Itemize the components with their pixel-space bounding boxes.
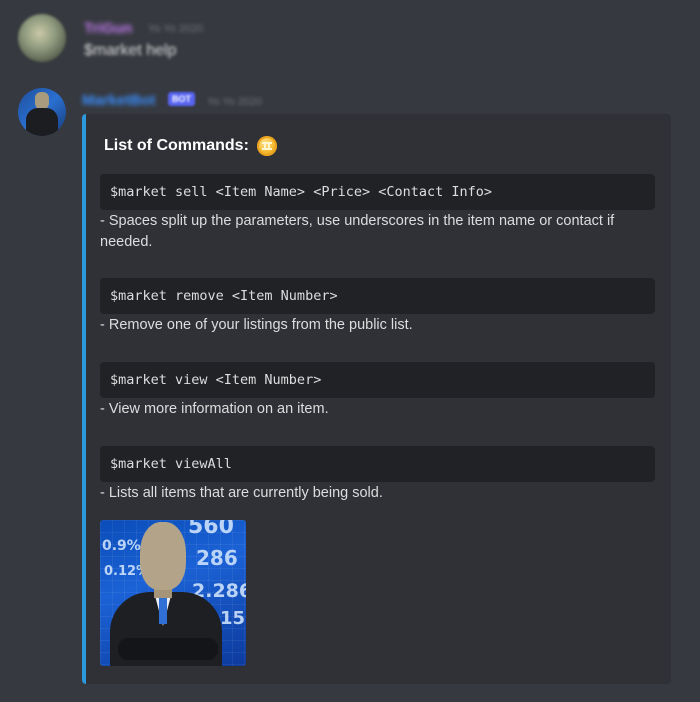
message-content: $market help bbox=[84, 42, 177, 59]
command-code-viewall: $market viewAll bbox=[100, 446, 655, 482]
bot-badge: BOT bbox=[168, 92, 195, 106]
bot-username[interactable]: MarketBot bbox=[82, 92, 155, 109]
command-description-viewall: - Lists all items that are currently bei… bbox=[100, 485, 383, 501]
user-avatar[interactable] bbox=[18, 14, 66, 62]
meme-tie-shape bbox=[159, 596, 167, 624]
timestamp: Yo Yo 2020 bbox=[148, 23, 204, 35]
command-code-remove: $market remove <Item Number> bbox=[100, 278, 655, 314]
command-description-remove: - Remove one of your listings from the p… bbox=[100, 317, 413, 333]
ticker-text: 0.9% bbox=[102, 538, 141, 554]
command-description-sell: - Spaces split up the parameters, use un… bbox=[100, 213, 615, 250]
embed-title-text: List of Commands: bbox=[104, 137, 249, 154]
stonks-meme-image[interactable]: 560 0.9% 286 0.12% 2.286 15 bbox=[100, 520, 246, 666]
bot-avatar[interactable] bbox=[18, 88, 66, 136]
ticker-text: 15 bbox=[220, 608, 246, 629]
meme-crossed-arms-shape bbox=[118, 638, 218, 660]
command-code-view: $market view <Item Number> bbox=[100, 362, 655, 398]
command-description-view: - View more information on an item. bbox=[100, 401, 329, 417]
username[interactable]: TriGun bbox=[84, 20, 132, 37]
bank-coin-icon bbox=[256, 136, 277, 156]
ticker-text: 286 bbox=[196, 546, 238, 570]
avatar-body-shape bbox=[26, 108, 58, 136]
command-code-sell: $market sell <Item Name> <Price> <Contac… bbox=[100, 174, 655, 210]
timestamp: Yo Yo 2020 bbox=[207, 96, 263, 108]
embed-title: List of Commands: bbox=[104, 136, 277, 156]
meme-head-shape bbox=[140, 522, 186, 590]
commands-embed: List of Commands: $market sell <Item Nam… bbox=[82, 114, 671, 684]
ticker-text: 560 bbox=[188, 520, 234, 539]
